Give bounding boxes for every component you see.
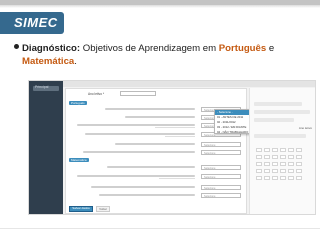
form-panel: Ano letivo * Português Selecione Selecio… [65, 88, 259, 214]
slide-title: SIMEC [14, 15, 58, 30]
anoletivo-select[interactable] [120, 91, 156, 96]
question-row: Selecione [69, 150, 245, 155]
slide-header: SIMEC [0, 0, 320, 38]
save-button[interactable]: Salvar dados [69, 206, 93, 212]
answer-select[interactable]: Selecione [201, 174, 241, 179]
question-row: Selecione [69, 193, 245, 198]
back-button[interactable]: Voltar [96, 206, 110, 212]
answer-select[interactable]: Selecione [201, 185, 241, 190]
bottom-divider [0, 228, 320, 229]
bullet-portugues: Português [218, 43, 267, 54]
sidebar-label: Principal [35, 85, 49, 89]
question-row: Selecione [69, 165, 245, 170]
bullet-text: Diagnóstico: Objetivos de Aprendizagem e… [22, 42, 312, 68]
app-topbar [63, 81, 315, 87]
right-panel-label: Ano letivo [298, 126, 312, 130]
answer-select[interactable]: Selecione [201, 142, 241, 147]
app-sidebar: Principal [29, 81, 63, 214]
bullet-diagnostico: Diagnóstico: [22, 43, 81, 54]
right-panel: Ano letivo [249, 88, 315, 214]
header-shadow [0, 5, 320, 8]
question-row: Selecione [69, 185, 245, 190]
bullet-dot [14, 44, 19, 49]
question-row: Selecione [69, 174, 245, 179]
answer-select[interactable]: Selecione [201, 150, 241, 155]
bullet-period: . [74, 56, 77, 67]
bullet-mid: Objetivos de Aprendizagem em [80, 43, 219, 54]
question-row: Selecione [69, 142, 245, 147]
app-screenshot: Principal Ano letivo * Português Selecio… [28, 80, 316, 215]
answer-select[interactable]: Selecione [201, 193, 241, 198]
anoletivo-label: Ano letivo * [88, 92, 105, 96]
answer-select[interactable]: Selecione [201, 165, 241, 170]
bullet-matematica: Matemática [22, 56, 75, 67]
bullet-and: e [266, 43, 275, 54]
section-matematica: Matemática [69, 158, 89, 162]
section-portugues: Português [69, 101, 87, 105]
